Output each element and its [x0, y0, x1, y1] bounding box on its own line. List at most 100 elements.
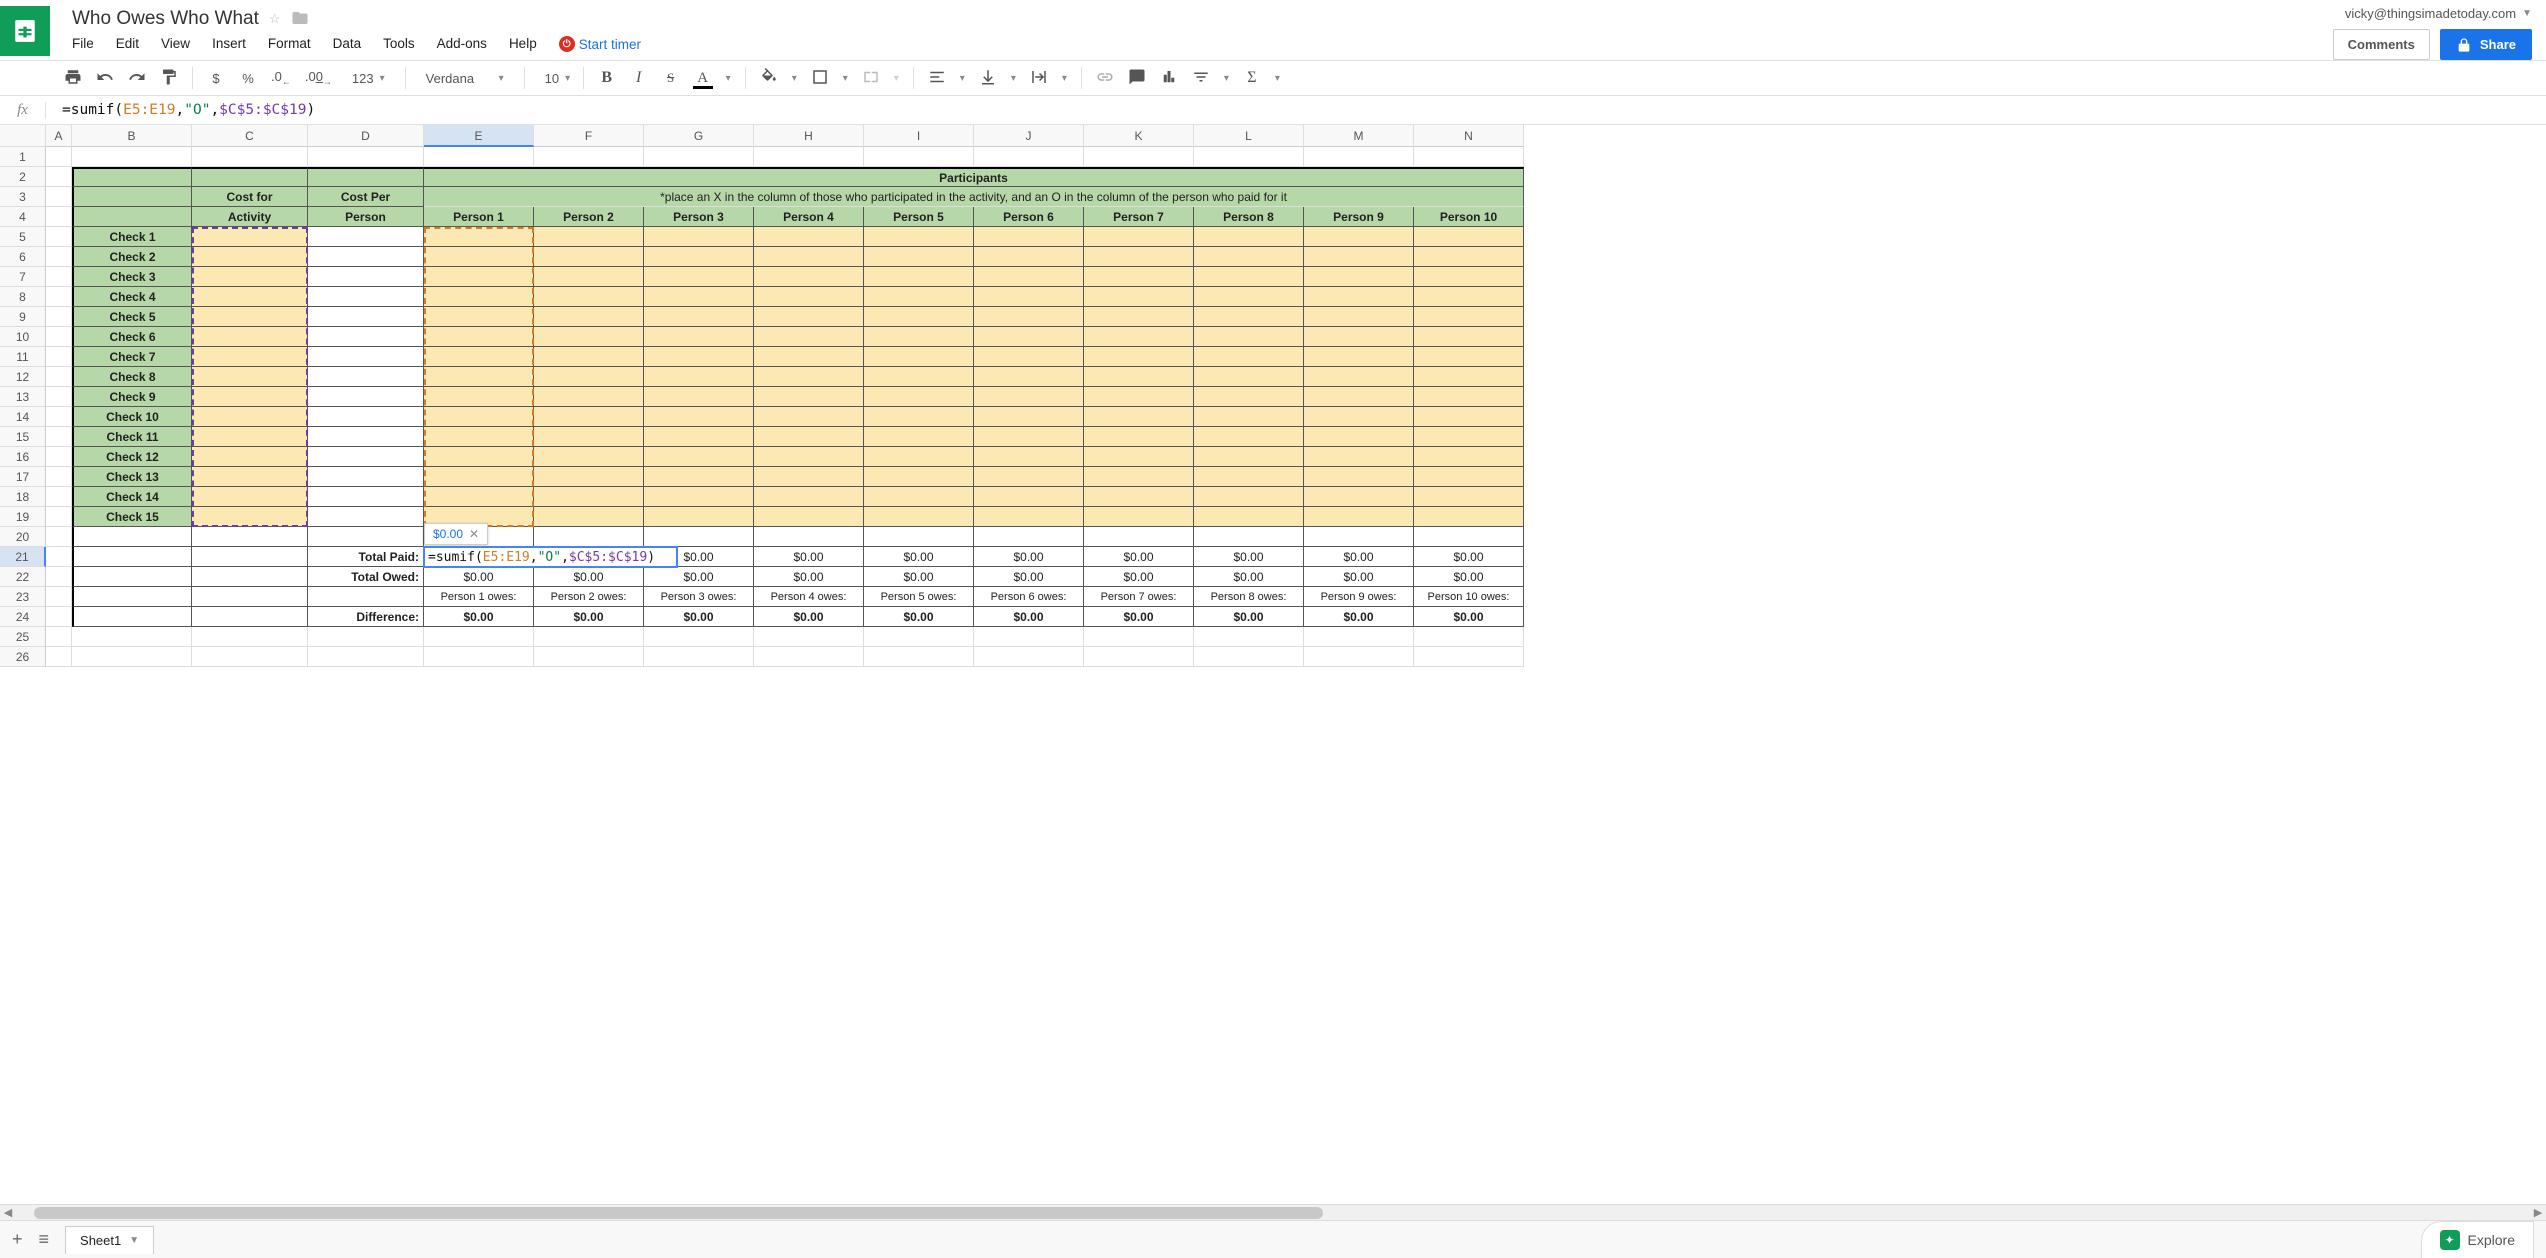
- cell-G25[interactable]: [644, 627, 754, 647]
- cell-L9[interactable]: [1194, 307, 1304, 327]
- cell-H14[interactable]: [754, 407, 864, 427]
- cell-G26[interactable]: [644, 647, 754, 667]
- cell-I6[interactable]: [864, 247, 974, 267]
- cell-M20[interactable]: [1304, 527, 1414, 547]
- cell-E6[interactable]: [424, 247, 534, 267]
- cell-M21[interactable]: $0.00: [1304, 547, 1414, 567]
- cell-N7[interactable]: [1414, 267, 1524, 287]
- row-header-12[interactable]: 12: [0, 367, 46, 387]
- cell-D23[interactable]: [308, 587, 424, 607]
- row-header-1[interactable]: 1: [0, 147, 46, 167]
- cell-G11[interactable]: [644, 347, 754, 367]
- person-header-7[interactable]: Person 7: [1084, 207, 1194, 227]
- cell-K19[interactable]: [1084, 507, 1194, 527]
- cell-B21[interactable]: [72, 547, 192, 567]
- cell-D3[interactable]: Cost Per: [308, 187, 424, 207]
- row-header-6[interactable]: 6: [0, 247, 46, 267]
- total-paid-label[interactable]: Total Paid:: [308, 547, 424, 567]
- column-header-J[interactable]: J: [974, 125, 1084, 147]
- cell-J14[interactable]: [974, 407, 1084, 427]
- cell-B1[interactable]: [72, 147, 192, 167]
- cell-N21[interactable]: $0.00: [1414, 547, 1524, 567]
- cell-H16[interactable]: [754, 447, 864, 467]
- cell-K15[interactable]: [1084, 427, 1194, 447]
- row-header-16[interactable]: 16: [0, 447, 46, 467]
- person-header-2[interactable]: Person 2: [534, 207, 644, 227]
- cell-G7[interactable]: [644, 267, 754, 287]
- h-align-button[interactable]: [928, 68, 946, 89]
- cell-K9[interactable]: [1084, 307, 1194, 327]
- check-label-13[interactable]: Check 13: [72, 467, 192, 487]
- cell-D10[interactable]: [308, 327, 424, 347]
- cell-I10[interactable]: [864, 327, 974, 347]
- cell-E9[interactable]: [424, 307, 534, 327]
- document-title[interactable]: Who Owes Who What: [72, 8, 259, 30]
- row-header-11[interactable]: 11: [0, 347, 46, 367]
- column-header-K[interactable]: K: [1084, 125, 1194, 147]
- cell-C9[interactable]: [192, 307, 308, 327]
- cell-D16[interactable]: [308, 447, 424, 467]
- cell-I7[interactable]: [864, 267, 974, 287]
- cell-E22[interactable]: $0.00: [424, 567, 534, 587]
- sheet-tab[interactable]: Sheet1 ▼: [65, 1226, 154, 1254]
- cell-F12[interactable]: [534, 367, 644, 387]
- instruction-text[interactable]: *place an X in the column of those who p…: [424, 187, 1524, 207]
- cell-M17[interactable]: [1304, 467, 1414, 487]
- cell-H21[interactable]: $0.00: [754, 547, 864, 567]
- cell-N24[interactable]: $0.00: [1414, 607, 1524, 627]
- cell-F10[interactable]: [534, 327, 644, 347]
- cell-N19[interactable]: [1414, 507, 1524, 527]
- cell-J22[interactable]: $0.00: [974, 567, 1084, 587]
- paint-format-icon[interactable]: [160, 68, 178, 89]
- person-header-5[interactable]: Person 5: [864, 207, 974, 227]
- check-label-1[interactable]: Check 1: [72, 227, 192, 247]
- column-header-L[interactable]: L: [1194, 125, 1304, 147]
- cell-D5[interactable]: [308, 227, 424, 247]
- cell-F14[interactable]: [534, 407, 644, 427]
- row-header-17[interactable]: 17: [0, 467, 46, 487]
- cell-A1[interactable]: [46, 147, 72, 167]
- cell-F6[interactable]: [534, 247, 644, 267]
- cell-E13[interactable]: [424, 387, 534, 407]
- person-header-10[interactable]: Person 10: [1414, 207, 1524, 227]
- share-button[interactable]: Share: [2440, 29, 2532, 60]
- row-header-9[interactable]: 9: [0, 307, 46, 327]
- cell-C12[interactable]: [192, 367, 308, 387]
- row-header-22[interactable]: 22: [0, 567, 46, 587]
- cell-E11[interactable]: [424, 347, 534, 367]
- cell-H5[interactable]: [754, 227, 864, 247]
- owes-label-5[interactable]: Person 5 owes:: [864, 587, 974, 607]
- cell-I14[interactable]: [864, 407, 974, 427]
- owes-label-7[interactable]: Person 7 owes:: [1084, 587, 1194, 607]
- cell-H24[interactable]: $0.00: [754, 607, 864, 627]
- cell-C17[interactable]: [192, 467, 308, 487]
- cell-L24[interactable]: $0.00: [1194, 607, 1304, 627]
- cell-K18[interactable]: [1084, 487, 1194, 507]
- cell-G8[interactable]: [644, 287, 754, 307]
- cell-F22[interactable]: $0.00: [534, 567, 644, 587]
- cell-E18[interactable]: [424, 487, 534, 507]
- cell-L1[interactable]: [1194, 147, 1304, 167]
- cell-D6[interactable]: [308, 247, 424, 267]
- menu-tools[interactable]: Tools: [383, 36, 415, 52]
- cell-K14[interactable]: [1084, 407, 1194, 427]
- cell-A18[interactable]: [46, 487, 72, 507]
- cell-M15[interactable]: [1304, 427, 1414, 447]
- cell-M26[interactable]: [1304, 647, 1414, 667]
- cell-A26[interactable]: [46, 647, 72, 667]
- comment-icon[interactable]: [1128, 68, 1146, 89]
- all-sheets-button[interactable]: ≡: [39, 1229, 50, 1250]
- cell-I20[interactable]: [864, 527, 974, 547]
- person-header-8[interactable]: Person 8: [1194, 207, 1304, 227]
- cell-M5[interactable]: [1304, 227, 1414, 247]
- cell-L15[interactable]: [1194, 427, 1304, 447]
- cell-C19[interactable]: [192, 507, 308, 527]
- cell-G1[interactable]: [644, 147, 754, 167]
- cell-H15[interactable]: [754, 427, 864, 447]
- cell-F5[interactable]: [534, 227, 644, 247]
- cell-L25[interactable]: [1194, 627, 1304, 647]
- font-family-select[interactable]: Verdana▾: [420, 69, 510, 88]
- cell-E7[interactable]: [424, 267, 534, 287]
- cell-M22[interactable]: $0.00: [1304, 567, 1414, 587]
- cell-B25[interactable]: [72, 627, 192, 647]
